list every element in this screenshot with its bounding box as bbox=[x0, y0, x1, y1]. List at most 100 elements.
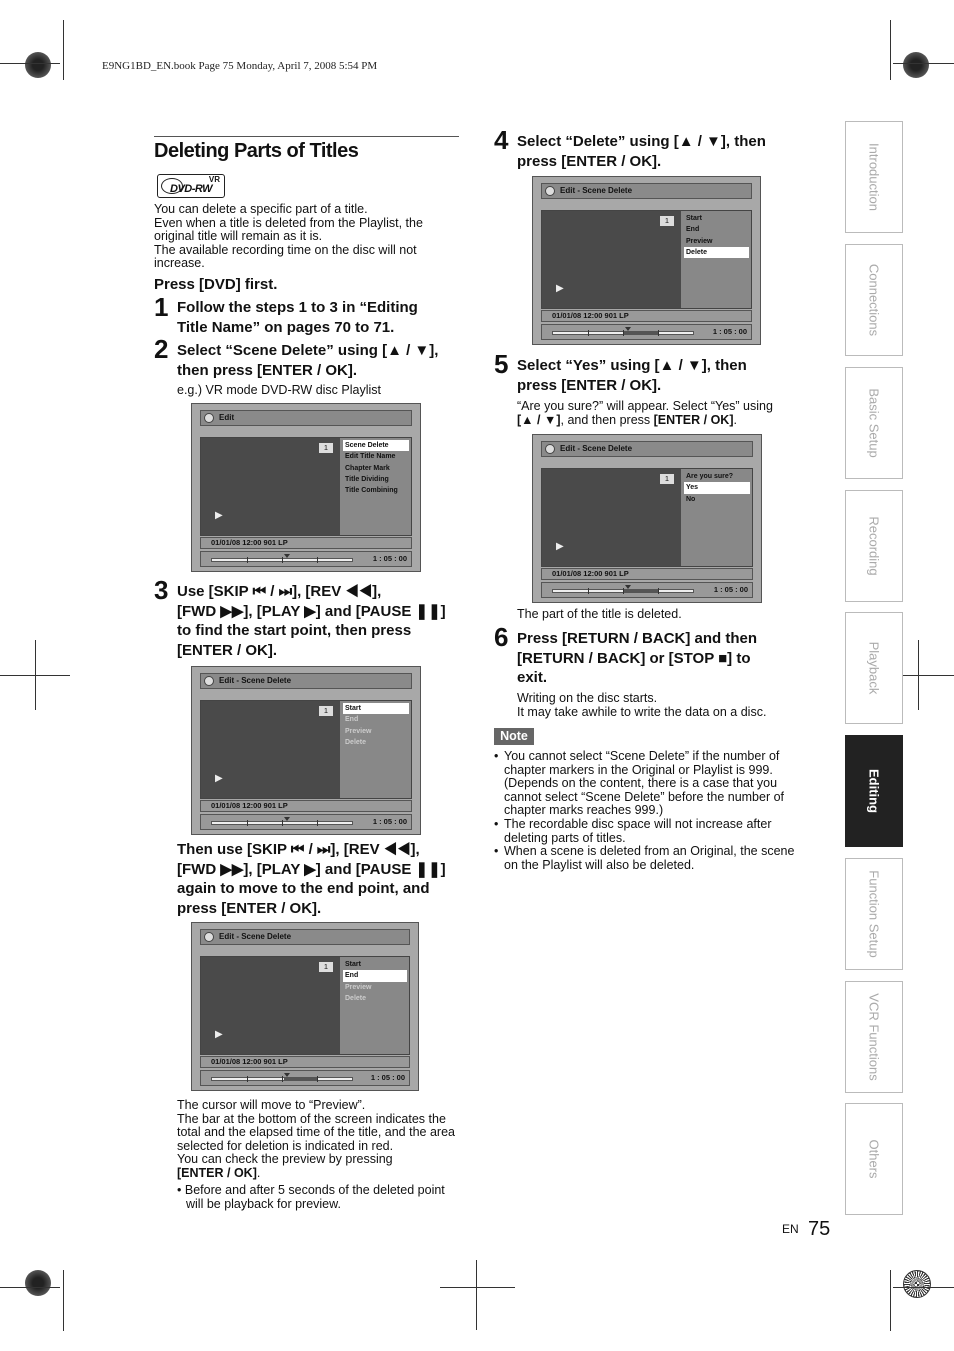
step-line: press [ENTER / OK]. bbox=[177, 899, 322, 917]
note-item: The recordable disc space will not incre… bbox=[494, 817, 804, 845]
menu-item-end[interactable]: End bbox=[343, 970, 407, 982]
menu-item-no[interactable]: No bbox=[684, 494, 750, 505]
selected-range bbox=[623, 590, 659, 592]
selected-range bbox=[284, 1078, 318, 1080]
confirm-prompt: Are you sure? bbox=[686, 473, 734, 480]
text-line: It may take awhile to write the data on … bbox=[517, 705, 767, 719]
screen-title: Edit - Scene Delete bbox=[560, 444, 633, 453]
step-3-text: Use [SKIP ⏮ / ⏭], [REV ◀◀], [FWD ▶▶], [P… bbox=[177, 582, 467, 660]
tab-function-setup[interactable]: Function Setup bbox=[845, 858, 903, 970]
tab-recording[interactable]: Recording bbox=[845, 490, 903, 602]
text-line: selected for deletion is indicated in re… bbox=[177, 1138, 394, 1153]
time-bar: 1 : 05 : 00 bbox=[200, 814, 412, 830]
step-number: 3 bbox=[154, 575, 169, 605]
menu-item-preview[interactable]: Preview bbox=[343, 726, 409, 737]
punctuation: . bbox=[256, 1165, 261, 1180]
text-line: The bar at the bottom of the screen indi… bbox=[177, 1111, 446, 1126]
scene-delete-menu: Start End Preview Delete bbox=[684, 213, 749, 259]
tab-basic-setup[interactable]: Basic Setup bbox=[845, 367, 903, 479]
crop-line bbox=[63, 1270, 64, 1331]
menu-item-start[interactable]: Start bbox=[343, 959, 407, 970]
menu-item-chapter-mark[interactable]: Chapter Mark bbox=[343, 463, 409, 474]
section-rule bbox=[154, 136, 459, 137]
screen-titlebar: Edit bbox=[200, 410, 412, 426]
scene-delete-start-screen: Edit - Scene Delete 1 ▶ Start End Preview… bbox=[191, 666, 421, 835]
menu-item-start[interactable]: Start bbox=[684, 213, 749, 224]
intro-text: You can delete a specific part of a titl… bbox=[154, 202, 454, 271]
step-line: [FWD ▶▶], [PLAY ▶] and [PAUSE ❚❚] bbox=[177, 602, 446, 620]
video-preview: 1 ▶ bbox=[542, 211, 681, 308]
step-number: 4 bbox=[494, 125, 509, 155]
menu-item-yes[interactable]: Yes bbox=[684, 482, 750, 494]
menu-item-delete[interactable]: Delete bbox=[343, 993, 407, 1004]
progress-track bbox=[211, 817, 353, 826]
tab-label: Basic Setup bbox=[866, 388, 882, 458]
menu-item-start[interactable]: Start bbox=[343, 703, 409, 715]
section-title: Deleting Parts of Titles bbox=[154, 140, 359, 162]
title-number: 1 bbox=[319, 443, 333, 453]
tab-editing[interactable]: Editing bbox=[845, 735, 903, 847]
tab-label: Playback bbox=[866, 641, 882, 695]
tab-others[interactable]: Others bbox=[845, 1103, 903, 1215]
edit-screen: Edit 1 ▶ Scene Delete Edit Title Name Cha… bbox=[191, 403, 421, 572]
tab-label: Others bbox=[866, 1139, 882, 1179]
total-time: 1 : 05 : 00 bbox=[372, 817, 407, 826]
enter-ok-key: [ENTER / OK] bbox=[177, 1165, 257, 1180]
screen-titlebar: Edit - Scene Delete bbox=[200, 929, 410, 945]
note-item: You cannot select “Scene Delete” if the … bbox=[494, 749, 804, 818]
menu-item-end[interactable]: End bbox=[684, 224, 749, 235]
step-line: Select “Delete” using [▲ / ▼], then bbox=[517, 133, 766, 150]
step-line: then press [ENTER / OK]. bbox=[177, 361, 358, 379]
text-line: deleting parts of titles. bbox=[504, 830, 626, 845]
step-line: exit. bbox=[517, 669, 548, 686]
tab-vcr-functions[interactable]: VCR Functions bbox=[845, 981, 903, 1093]
menu-item-delete[interactable]: Delete bbox=[343, 737, 409, 748]
text-line: chapter markers in the Original or Playl… bbox=[504, 762, 773, 777]
menu-item-preview[interactable]: Preview bbox=[684, 236, 749, 247]
arrow-keys: [▲ / ▼] bbox=[517, 413, 561, 427]
badge-disc: DVD-RW bbox=[170, 183, 213, 195]
text-line: “Are you sure?” will appear. Select “Yes… bbox=[517, 399, 773, 413]
step-5-text: Select “Yes” using [▲ / ▼], then press [… bbox=[517, 356, 817, 395]
menu-item-end[interactable]: End bbox=[343, 714, 409, 725]
disc-icon bbox=[204, 932, 214, 942]
registration-mark bbox=[903, 52, 929, 78]
step-2-example: e.g.) VR mode DVD-RW disc Playlist bbox=[177, 383, 381, 397]
step-line: to find the start point, then press bbox=[177, 622, 412, 639]
crop-line bbox=[893, 1287, 954, 1288]
menu-item-delete[interactable]: Delete bbox=[684, 246, 749, 259]
step-number: 2 bbox=[154, 334, 169, 364]
text-line: You can check the preview by pressing bbox=[177, 1152, 393, 1167]
tab-connections[interactable]: Connections bbox=[845, 244, 903, 356]
screen-titlebar: Edit - Scene Delete bbox=[541, 441, 753, 457]
scene-delete-confirm-screen: Edit - Scene Delete 1 ▶ Are you sure? Yes… bbox=[532, 434, 762, 603]
text-line: When a scene is deleted from an Original… bbox=[504, 844, 795, 859]
text-line: on the Playlist will also be deleted. bbox=[504, 857, 695, 872]
text-fragment: , and then press bbox=[560, 413, 654, 427]
punctuation: . bbox=[733, 413, 737, 427]
tab-playback[interactable]: Playback bbox=[845, 612, 903, 724]
menu-item-scene-delete[interactable]: Scene Delete bbox=[343, 440, 409, 452]
menu-item-title-dividing[interactable]: Title Dividing bbox=[343, 474, 409, 485]
screen-main: 1 ▶ Scene Delete Edit Title Name Chapter … bbox=[200, 437, 412, 536]
title-number: 1 bbox=[319, 962, 333, 972]
confirm-menu: Are you sure? Yes No bbox=[684, 471, 750, 505]
registration-mark bbox=[903, 1270, 931, 1298]
video-preview: 1 ▶ bbox=[542, 469, 681, 566]
tab-introduction[interactable]: Introduction bbox=[845, 121, 903, 233]
note-label: Note bbox=[494, 728, 534, 745]
play-icon: ▶ bbox=[556, 283, 564, 294]
crop-line bbox=[893, 63, 954, 64]
screen-main: 1 ▶ Start End Preview Delete bbox=[200, 956, 410, 1055]
enter-ok-key: [ENTER / OK] bbox=[653, 413, 734, 427]
bullet-text: Before and after 5 seconds of the delete… bbox=[184, 1183, 445, 1197]
press-dvd-first: Press [DVD] first. bbox=[154, 276, 278, 293]
menu-item-title-combining[interactable]: Title Combining bbox=[343, 485, 409, 496]
step-line: Then use [SKIP ⏮ / ⏭], [REV ◀◀], bbox=[177, 841, 420, 858]
screen-titlebar: Edit - Scene Delete bbox=[541, 183, 752, 199]
text-line: chapter marks reaches 999.) bbox=[504, 803, 664, 818]
recording-info: 01/01/08 12:00 901 LP bbox=[541, 310, 752, 322]
step-5-result: The part of the title is deleted. bbox=[517, 607, 682, 621]
menu-item-edit-title-name[interactable]: Edit Title Name bbox=[343, 451, 409, 462]
menu-item-preview[interactable]: Preview bbox=[343, 982, 407, 993]
